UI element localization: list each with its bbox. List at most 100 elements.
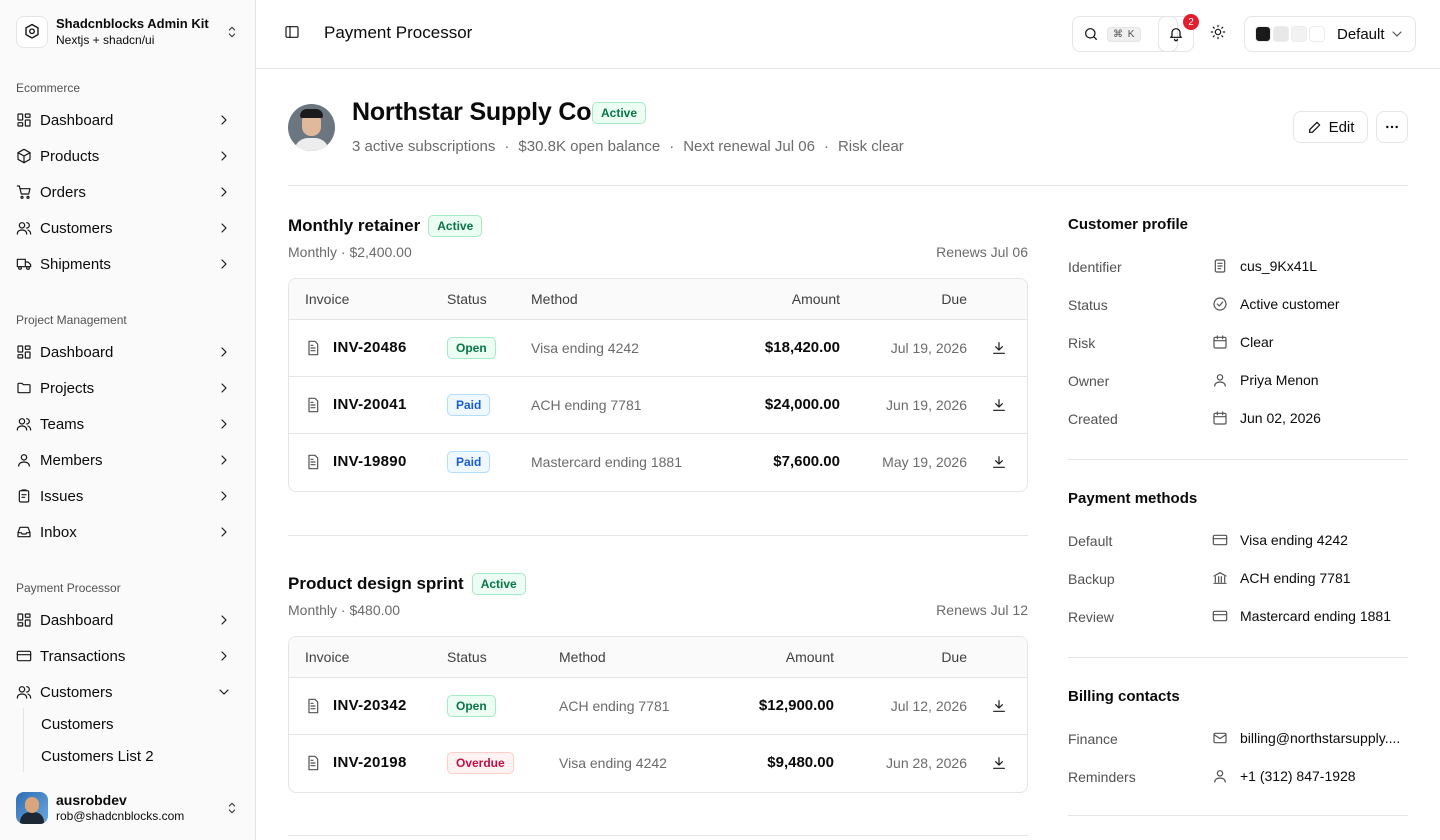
field-label: Status bbox=[1068, 297, 1108, 313]
field-label: Backup bbox=[1068, 571, 1115, 587]
invoice-id[interactable]: INV-20342 bbox=[333, 697, 407, 714]
document-icon bbox=[1212, 258, 1228, 274]
user-menu[interactable]: ausrobdev rob@shadcnblocks.com bbox=[8, 784, 248, 832]
download-icon[interactable] bbox=[991, 397, 1007, 413]
group-label-project-management: Project Management bbox=[16, 313, 127, 327]
contact-finance[interactable]: billing@northstarsupply.... bbox=[1212, 730, 1400, 746]
column-amount: Amount bbox=[785, 649, 834, 665]
sun-icon[interactable] bbox=[1210, 24, 1226, 40]
table-row[interactable]: INV-20198 Overdue Visa ending 4242 $9,48… bbox=[289, 735, 1027, 792]
table-row[interactable]: INV-20486 Open Visa ending 4242 $18,420.… bbox=[289, 320, 1027, 377]
pencil-icon bbox=[1307, 119, 1323, 135]
column-due: Due bbox=[941, 649, 967, 665]
customer-name: Northstar Supply Co. bbox=[352, 98, 599, 126]
meta-risk: Risk clear bbox=[837, 138, 904, 155]
top-header: Payment Processor ⌘ K 2 Default bbox=[256, 0, 1440, 69]
customer-status-badge: Active bbox=[592, 102, 647, 124]
clipboard-icon bbox=[16, 488, 32, 504]
sidebar-item-ecommerce-customers[interactable]: Customers bbox=[8, 212, 248, 244]
meta-renewal: Next renewal Jul 06 bbox=[683, 138, 815, 155]
sidebar-item-projects[interactable]: Projects bbox=[8, 372, 248, 404]
divider bbox=[1068, 815, 1408, 816]
invoice-amount: $9,480.00 bbox=[767, 754, 834, 771]
download-icon[interactable] bbox=[991, 698, 1007, 714]
sidebar-item-label: Orders bbox=[40, 183, 86, 201]
sidebar-toggle-icon[interactable] bbox=[284, 24, 300, 40]
divider bbox=[1068, 657, 1408, 658]
chevron-right-icon bbox=[216, 112, 232, 128]
mail-icon bbox=[1212, 730, 1228, 746]
download-icon[interactable] bbox=[991, 340, 1007, 356]
field-label: Owner bbox=[1068, 373, 1110, 389]
payment-method-review: Mastercard ending 1881 bbox=[1212, 608, 1391, 624]
status-badge: Paid bbox=[447, 394, 491, 416]
notification-count: 2 bbox=[1183, 14, 1199, 30]
chevrons-up-down-icon bbox=[224, 800, 240, 816]
sidebar-item-orders[interactable]: Orders bbox=[8, 176, 248, 208]
sidebar-item-ecommerce-dashboard[interactable]: Dashboard bbox=[8, 104, 248, 136]
bank-icon bbox=[1212, 570, 1228, 586]
sidebar-item-issues[interactable]: Issues bbox=[8, 480, 248, 512]
invoice-id[interactable]: INV-20486 bbox=[333, 339, 407, 356]
profile-section-title: Customer profile bbox=[1068, 216, 1189, 233]
sidebar-item-pp-customers[interactable]: Customers bbox=[8, 676, 248, 708]
field-value: Jun 02, 2026 bbox=[1240, 410, 1321, 426]
sidebar-item-shipments[interactable]: Shipments bbox=[8, 248, 248, 280]
sidebar-subitem-customers[interactable]: Customers bbox=[33, 710, 243, 738]
field-value: +1 (312) 847-1928 bbox=[1240, 768, 1356, 784]
sidebar-item-inbox[interactable]: Inbox bbox=[8, 516, 248, 548]
subscription-renewal: Renews Jul 12 bbox=[936, 602, 1028, 618]
field-value: cus_9Kx41L bbox=[1240, 258, 1318, 274]
download-icon[interactable] bbox=[991, 454, 1007, 470]
field-value: Clear bbox=[1240, 334, 1274, 350]
invoice-id[interactable]: INV-20041 bbox=[333, 396, 407, 413]
dashboard-icon bbox=[16, 112, 32, 128]
field-label: Created bbox=[1068, 411, 1118, 427]
sidebar-item-pm-dashboard[interactable]: Dashboard bbox=[8, 336, 248, 368]
inbox-icon bbox=[16, 524, 32, 540]
table-row[interactable]: INV-20041 Paid ACH ending 7781 $24,000.0… bbox=[289, 377, 1027, 434]
edit-button[interactable]: Edit bbox=[1293, 111, 1368, 143]
payment-method-default: Visa ending 4242 bbox=[1212, 532, 1348, 548]
sidebar-item-label: Dashboard bbox=[40, 611, 114, 629]
invoice-id[interactable]: INV-20198 bbox=[333, 754, 407, 771]
chevron-right-icon bbox=[216, 452, 232, 468]
invoice-due: May 19, 2026 bbox=[882, 454, 967, 470]
table-header: Invoice Status Method Amount Due bbox=[289, 279, 1027, 320]
truck-icon bbox=[16, 256, 32, 272]
chevron-right-icon bbox=[216, 184, 232, 200]
field-risk: Clear bbox=[1212, 334, 1273, 350]
invoice-amount: $7,600.00 bbox=[773, 453, 840, 470]
field-label: Default bbox=[1068, 533, 1113, 549]
sidebar-item-label: Transactions bbox=[40, 647, 126, 665]
file-icon bbox=[305, 340, 321, 356]
field-status: Active customer bbox=[1212, 296, 1340, 312]
subscription-meta: Monthly · $480.00 bbox=[288, 602, 401, 618]
table-row[interactable]: INV-20342 Open ACH ending 7781 $12,900.0… bbox=[289, 678, 1027, 735]
invoice-id[interactable]: INV-19890 bbox=[333, 453, 407, 470]
field-value: Active customer bbox=[1240, 296, 1340, 312]
brand-title: Shadcnblocks Admin Kit bbox=[56, 16, 209, 31]
calendar-icon bbox=[1212, 334, 1228, 350]
user-icon bbox=[1212, 768, 1228, 784]
notifications-button[interactable]: 2 bbox=[1158, 14, 1199, 52]
sidebar-item-members[interactable]: Members bbox=[8, 444, 248, 476]
sidebar-item-label: Customers bbox=[40, 219, 113, 237]
calendar-icon bbox=[1212, 410, 1228, 426]
sidebar-subitem-customers-list-2[interactable]: Customers List 2 bbox=[33, 742, 243, 770]
theme-select[interactable]: Default bbox=[1244, 16, 1416, 52]
download-icon[interactable] bbox=[991, 755, 1007, 771]
chevron-right-icon bbox=[216, 344, 232, 360]
more-button[interactable] bbox=[1376, 111, 1408, 143]
sidebar-item-teams[interactable]: Teams bbox=[8, 408, 248, 440]
group-label-ecommerce: Ecommerce bbox=[16, 81, 81, 95]
sidebar-item-label: Issues bbox=[40, 487, 84, 505]
invoice-amount: $18,420.00 bbox=[764, 339, 840, 356]
dashboard-icon bbox=[16, 612, 32, 628]
sidebar-item-products[interactable]: Products bbox=[8, 140, 248, 172]
sidebar-item-pp-dashboard[interactable]: Dashboard bbox=[8, 604, 248, 636]
sidebar-item-transactions[interactable]: Transactions bbox=[8, 640, 248, 672]
team-switcher[interactable]: Shadcnblocks Admin Kit Nextjs + shadcn/u… bbox=[8, 8, 248, 56]
table-row[interactable]: INV-19890 Paid Mastercard ending 1881 $7… bbox=[289, 434, 1027, 491]
check-circle-icon bbox=[1212, 296, 1228, 312]
